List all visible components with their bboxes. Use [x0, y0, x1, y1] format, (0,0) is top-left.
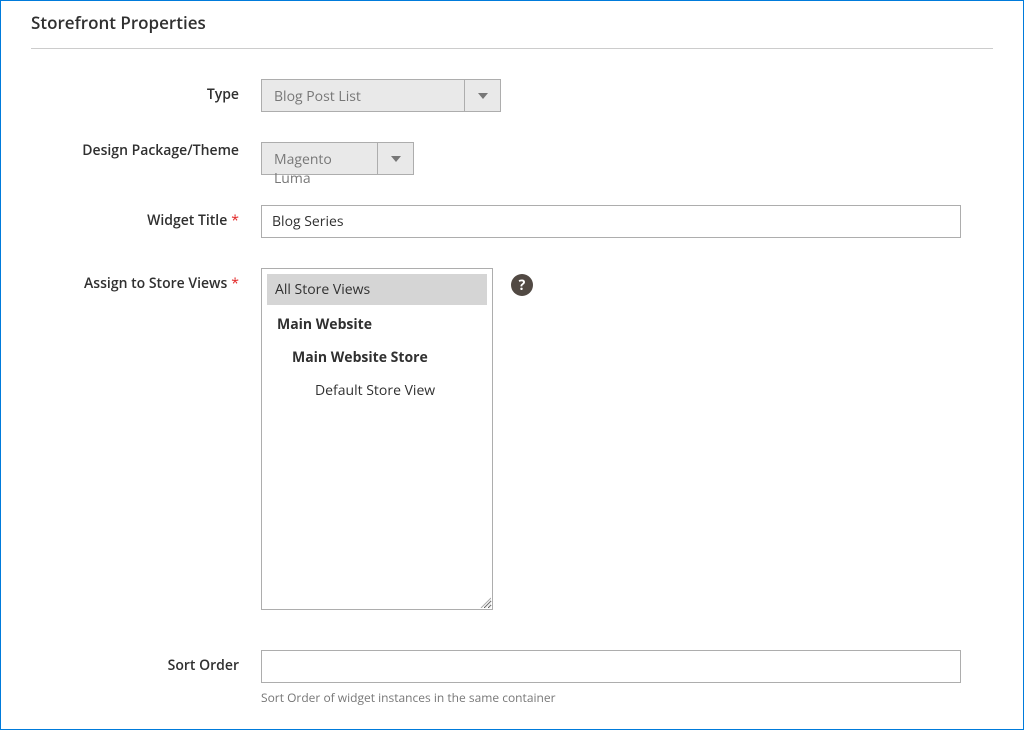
label-sort-order: Sort Order [31, 650, 261, 675]
required-indicator: * [231, 211, 239, 230]
field-theme: Design Package/Theme Magento Luma [31, 142, 993, 175]
field-type: Type Blog Post List [31, 79, 993, 112]
label-widget-title: Widget Title* [31, 205, 261, 230]
type-value: Blog Post List [262, 80, 464, 111]
resize-handle-icon [479, 596, 491, 608]
label-theme: Design Package/Theme [31, 142, 261, 160]
chevron-down-icon [464, 80, 500, 111]
store-views-select[interactable]: All Store Views Main Website Main Websit… [261, 268, 493, 610]
store-option-all[interactable]: All Store Views [267, 274, 487, 305]
label-store-views: Assign to Store Views* [31, 268, 261, 293]
required-indicator: * [231, 274, 239, 293]
store-option-website[interactable]: Main Website [267, 309, 487, 340]
sort-order-input[interactable] [261, 650, 961, 683]
chevron-down-icon [377, 143, 413, 174]
widget-title-input[interactable] [261, 205, 961, 238]
help-icon[interactable]: ? [511, 274, 533, 296]
sort-order-hint: Sort Order of widget instances in the sa… [261, 689, 993, 706]
theme-dropdown: Magento Luma [261, 142, 414, 175]
field-widget-title: Widget Title* [31, 205, 993, 238]
label-type: Type [31, 79, 261, 104]
theme-value: Magento Luma [262, 143, 377, 174]
field-sort-order: Sort Order Sort Order of widget instance… [31, 650, 993, 706]
field-store-views: Assign to Store Views* All Store Views M… [31, 268, 993, 610]
type-dropdown: Blog Post List [261, 79, 501, 112]
store-option-view[interactable]: Default Store View [267, 375, 487, 406]
store-option-store[interactable]: Main Website Store [267, 342, 487, 373]
section-title: Storefront Properties [31, 11, 993, 49]
